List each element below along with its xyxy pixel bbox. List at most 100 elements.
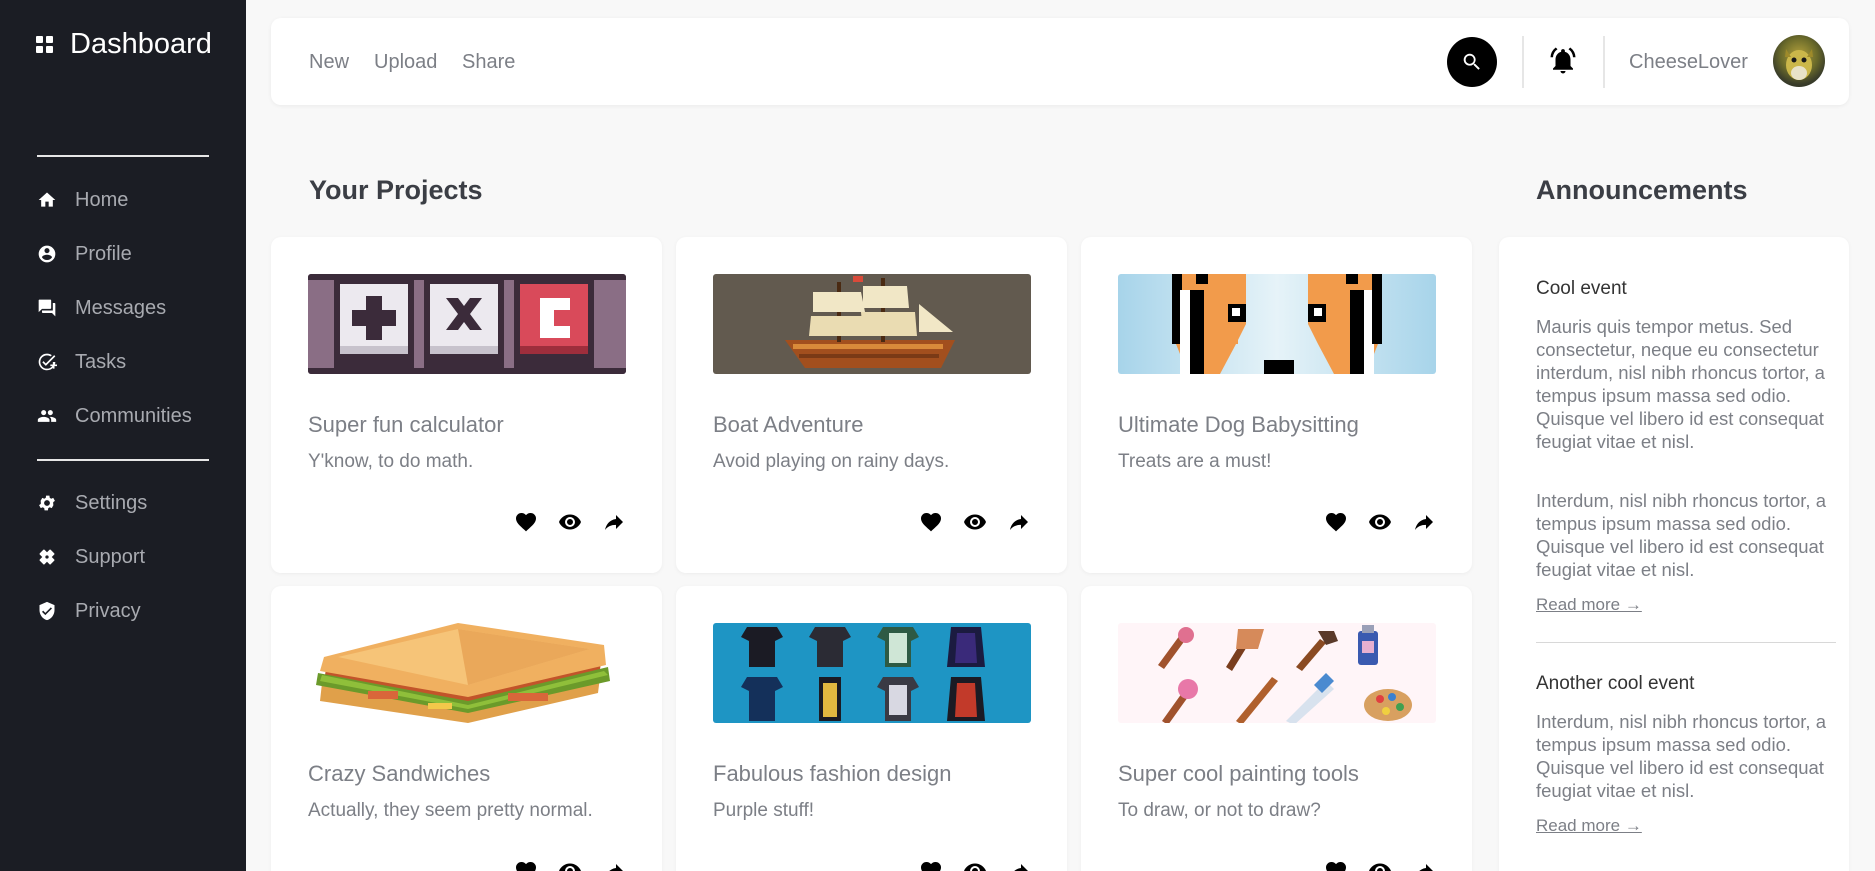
heart-icon[interactable] <box>514 510 538 534</box>
projects-heading: Your Projects <box>309 175 483 205</box>
announcement-text: Interdum, nisl nibh rhoncus tortor, a te… <box>1536 711 1826 801</box>
brand[interactable]: Dashboard <box>36 28 212 61</box>
communities-icon <box>37 410 57 422</box>
project-description: Avoid playing on rainy days. <box>713 451 950 472</box>
heart-icon[interactable] <box>919 510 943 534</box>
sidebar-divider <box>37 459 209 461</box>
sidebar-item-settings[interactable]: Settings <box>37 476 147 530</box>
sidebar-item-profile[interactable]: Profile <box>37 227 192 281</box>
project-card[interactable]: Super fun calculator Y'know, to do math. <box>271 237 662 573</box>
username[interactable]: CheeseLover <box>1629 51 1748 74</box>
heart-icon[interactable] <box>1324 510 1348 534</box>
eye-icon[interactable] <box>1368 859 1392 871</box>
announcements-heading: Announcements <box>1536 175 1748 205</box>
project-title[interactable]: Super cool painting tools <box>1118 761 1359 787</box>
project-card[interactable]: Boat Adventure Avoid playing on rainy da… <box>676 237 1067 573</box>
project-actions <box>1324 859 1436 871</box>
bell-icon <box>1550 47 1576 74</box>
announcement-text: Mauris quis tempor metus. Sed consectetu… <box>1536 316 1825 452</box>
boat-image <box>713 274 1031 374</box>
sidebar-item-label: Communities <box>75 404 192 427</box>
sidebar-item-tasks[interactable]: Tasks <box>37 335 192 389</box>
top-bar-separator <box>1522 36 1524 88</box>
project-title[interactable]: Crazy Sandwiches <box>308 761 490 787</box>
project-thumbnail <box>713 623 1031 723</box>
calculator-image <box>308 274 626 374</box>
announcement-title: Cool event <box>1536 278 1627 299</box>
project-description: Y'know, to do math. <box>308 451 474 472</box>
share-icon[interactable] <box>1412 510 1436 534</box>
search-icon <box>1463 53 1480 70</box>
sidebar-item-privacy[interactable]: Privacy <box>37 584 147 638</box>
project-actions <box>1324 510 1436 534</box>
sidebar-item-label: Home <box>75 188 129 211</box>
dog-image <box>1118 274 1436 374</box>
sandwich-image <box>308 623 626 723</box>
share-icon[interactable] <box>602 859 626 871</box>
fashion-image <box>713 623 1031 723</box>
notifications-button[interactable] <box>1548 46 1578 76</box>
dashboard-icon <box>36 35 54 54</box>
project-description: Treats are a must! <box>1118 451 1272 472</box>
tasks-icon <box>38 353 57 371</box>
heart-icon[interactable] <box>919 859 943 871</box>
heart-icon[interactable] <box>514 859 538 871</box>
sidebar-nav-secondary: Settings Support Privacy <box>37 476 147 638</box>
project-actions <box>919 859 1031 871</box>
top-bar: New Upload Share CheeseLover <box>271 18 1849 105</box>
eye-icon[interactable] <box>963 859 987 871</box>
sidebar-item-messages[interactable]: Messages <box>37 281 192 335</box>
sidebar-item-label: Support <box>75 545 146 568</box>
project-description: Actually, they seem pretty normal. <box>308 800 593 821</box>
project-actions <box>919 510 1031 534</box>
eye-icon[interactable] <box>963 510 987 534</box>
announcement-text: Interdum, nisl nibh rhoncus tortor, a te… <box>1536 490 1826 580</box>
new-link[interactable]: New <box>309 51 349 74</box>
sidebar-nav-primary: Home Profile Messages Tasks Communities <box>37 173 192 443</box>
project-card[interactable]: Super cool painting tools To draw, or no… <box>1081 586 1472 871</box>
gear-icon <box>39 495 55 511</box>
painting-tools-image <box>1118 623 1436 723</box>
project-thumbnail <box>308 274 626 374</box>
sidebar-item-support[interactable]: Support <box>37 530 147 584</box>
read-more-link[interactable]: Read more → <box>1536 595 1642 615</box>
sidebar-item-label: Privacy <box>75 599 141 622</box>
project-card[interactable]: Crazy Sandwiches Actually, they seem pre… <box>271 586 662 871</box>
eye-icon[interactable] <box>558 510 582 534</box>
share-icon[interactable] <box>602 510 626 534</box>
eye-icon[interactable] <box>1368 510 1392 534</box>
sidebar-item-home[interactable]: Home <box>37 173 192 227</box>
share-link[interactable]: Share <box>462 51 515 74</box>
sidebar-item-label: Profile <box>75 242 132 265</box>
project-thumbnail <box>713 274 1031 374</box>
share-icon[interactable] <box>1007 510 1031 534</box>
sidebar-divider <box>37 155 209 157</box>
top-bar-separator <box>1603 36 1605 88</box>
sidebar-item-label: Settings <box>75 491 148 514</box>
project-actions <box>514 510 626 534</box>
project-title[interactable]: Ultimate Dog Babysitting <box>1118 412 1359 438</box>
project-title[interactable]: Fabulous fashion design <box>713 761 952 787</box>
project-title[interactable]: Boat Adventure <box>713 412 863 438</box>
share-icon[interactable] <box>1412 859 1436 871</box>
project-description: Purple stuff! <box>713 800 815 821</box>
search-button[interactable] <box>1447 37 1497 87</box>
sidebar-item-label: Messages <box>75 296 167 319</box>
project-card[interactable]: Fabulous fashion design Purple stuff! <box>676 586 1067 871</box>
avatar[interactable] <box>1773 35 1825 87</box>
announcements-panel: Cool event Mauris quis tempor metus. Sed… <box>1499 237 1849 871</box>
upload-link[interactable]: Upload <box>374 51 437 74</box>
heart-icon[interactable] <box>1324 859 1348 871</box>
announcement-divider <box>1536 642 1836 643</box>
project-title[interactable]: Super fun calculator <box>308 412 504 438</box>
project-thumbnail <box>1118 623 1436 723</box>
project-actions <box>514 859 626 871</box>
sidebar-item-label: Tasks <box>75 350 127 373</box>
share-icon[interactable] <box>1007 859 1031 871</box>
brand-title: Dashboard <box>70 28 212 60</box>
messages-icon <box>38 299 56 317</box>
sidebar-item-communities[interactable]: Communities <box>37 389 192 443</box>
project-card[interactable]: Ultimate Dog Babysitting Treats are a mu… <box>1081 237 1472 573</box>
eye-icon[interactable] <box>558 859 582 871</box>
read-more-link[interactable]: Read more → <box>1536 816 1642 836</box>
